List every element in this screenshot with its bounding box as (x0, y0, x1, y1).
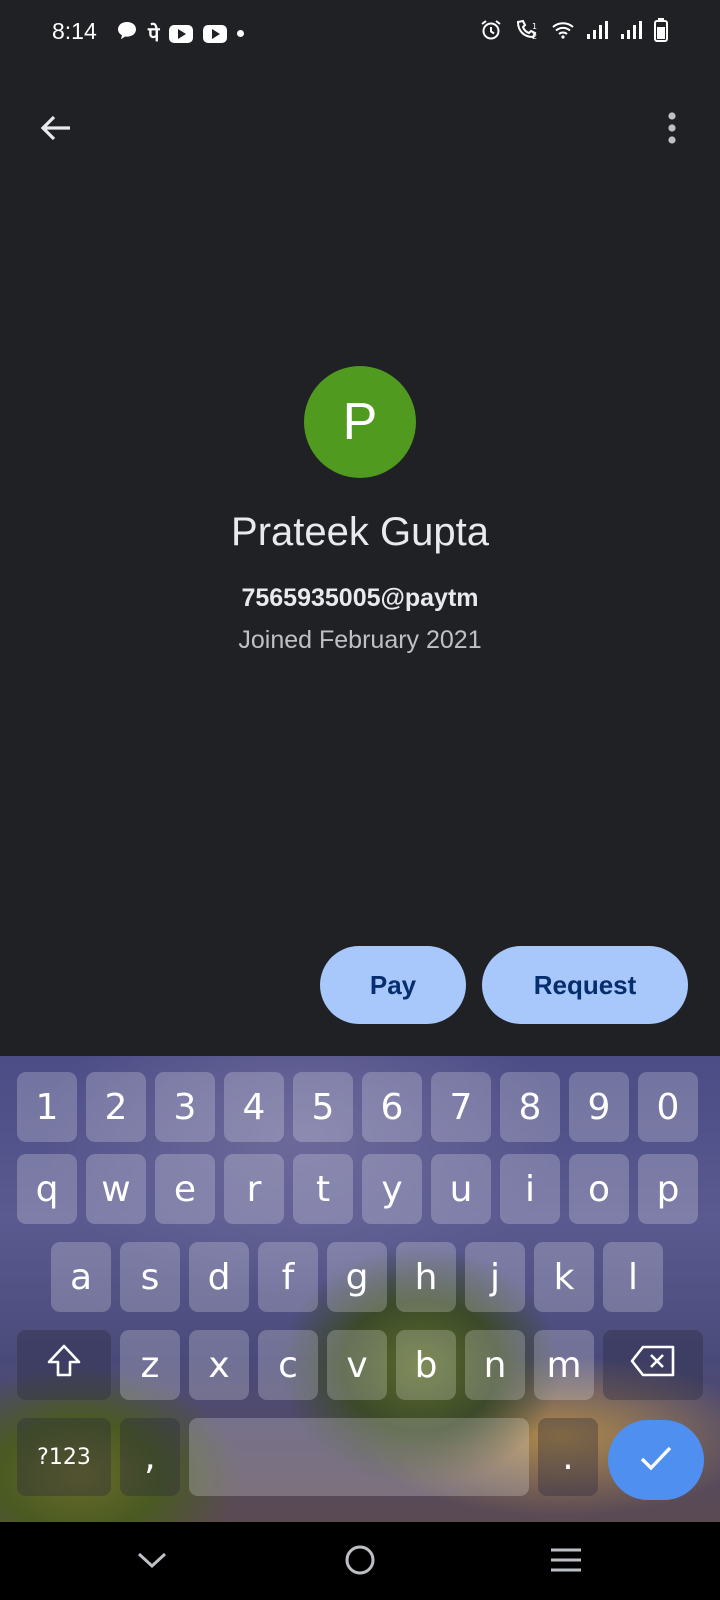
key-m[interactable]: m (534, 1330, 594, 1400)
nav-back-button[interactable] (128, 1538, 176, 1586)
key-2[interactable]: 2 (86, 1072, 146, 1142)
check-icon (638, 1443, 674, 1478)
key-q[interactable]: q (17, 1154, 77, 1224)
key-p[interactable]: p (638, 1154, 698, 1224)
wifi-calling-icon: 12 (514, 19, 540, 46)
contact-screen: 8:14 पे 12 P Prateek Gupta 7565935005@pa… (0, 0, 720, 1600)
key-g[interactable]: g (327, 1242, 387, 1312)
key-n[interactable]: n (465, 1330, 525, 1400)
key-4[interactable]: 4 (224, 1072, 284, 1142)
chat-bubble-icon (116, 21, 138, 46)
signal-icon (620, 20, 642, 45)
key-x[interactable]: x (189, 1330, 249, 1400)
enter-key[interactable] (608, 1420, 704, 1500)
key-r[interactable]: r (224, 1154, 284, 1224)
nav-home-button[interactable] (336, 1538, 384, 1586)
nav-back-chevron-icon (136, 1550, 168, 1575)
backspace-key[interactable] (603, 1330, 703, 1400)
key-u[interactable]: u (431, 1154, 491, 1224)
home-icon (343, 1543, 377, 1582)
shift-key[interactable] (17, 1330, 111, 1400)
avatar: P (304, 366, 416, 478)
alarm-icon (480, 19, 502, 46)
key-j[interactable]: j (465, 1242, 525, 1312)
key-b[interactable]: b (396, 1330, 456, 1400)
svg-text:2: 2 (532, 32, 537, 41)
comma-key[interactable]: , (120, 1418, 180, 1496)
key-w[interactable]: w (86, 1154, 146, 1224)
wifi-icon (552, 21, 574, 44)
key-7[interactable]: 7 (431, 1072, 491, 1142)
svg-text:1: 1 (532, 22, 537, 31)
key-o[interactable]: o (569, 1154, 629, 1224)
system-icons: 12 (480, 18, 668, 47)
period-key[interactable]: . (538, 1418, 598, 1496)
key-0[interactable]: 0 (638, 1072, 698, 1142)
key-s[interactable]: s (120, 1242, 180, 1312)
spacebar[interactable] (189, 1418, 529, 1496)
backspace-icon (629, 1344, 677, 1387)
key-z[interactable]: z (120, 1330, 180, 1400)
key-e[interactable]: e (155, 1154, 215, 1224)
youtube-icon (169, 24, 194, 43)
notification-icons: पे (116, 20, 245, 47)
key-v[interactable]: v (327, 1330, 387, 1400)
keyboard: 1 2 3 4 5 6 7 8 9 0 q w e r t y u i o p … (0, 1056, 720, 1522)
key-5[interactable]: 5 (293, 1072, 353, 1142)
joined-date: Joined February 2021 (238, 626, 482, 654)
arrow-back-icon (38, 110, 74, 151)
notification-dot-icon (237, 30, 245, 37)
nav-recents-button[interactable] (542, 1538, 590, 1586)
key-8[interactable]: 8 (500, 1072, 560, 1142)
key-9[interactable]: 9 (569, 1072, 629, 1142)
navigation-bar (0, 1522, 720, 1600)
phonepe-icon: पे (148, 22, 160, 46)
key-d[interactable]: d (189, 1242, 249, 1312)
more-options-button[interactable] (648, 106, 696, 154)
key-1[interactable]: 1 (17, 1072, 77, 1142)
key-l[interactable]: l (603, 1242, 663, 1312)
request-button[interactable]: Request (482, 946, 688, 1024)
shift-icon (44, 1341, 84, 1390)
key-f[interactable]: f (258, 1242, 318, 1312)
more-vert-icon (666, 111, 678, 150)
upi-id: 7565935005@paytm (241, 584, 479, 612)
recents-icon (549, 1546, 583, 1579)
key-k[interactable]: k (534, 1242, 594, 1312)
pay-button[interactable]: Pay (320, 946, 466, 1024)
key-i[interactable]: i (500, 1154, 560, 1224)
key-c[interactable]: c (258, 1330, 318, 1400)
key-6[interactable]: 6 (362, 1072, 422, 1142)
key-3[interactable]: 3 (155, 1072, 215, 1142)
back-button[interactable] (32, 106, 80, 154)
key-t[interactable]: t (293, 1154, 353, 1224)
key-h[interactable]: h (396, 1242, 456, 1312)
status-bar: 8:14 पे 12 (0, 0, 720, 66)
battery-icon (654, 18, 668, 47)
contact-name: Prateek Gupta (231, 510, 489, 554)
symbols-key[interactable]: ?123 (17, 1418, 111, 1496)
status-time: 8:14 (52, 18, 97, 44)
youtube-icon (203, 24, 228, 43)
signal-icon (586, 20, 608, 45)
key-y[interactable]: y (362, 1154, 422, 1224)
key-a[interactable]: a (51, 1242, 111, 1312)
